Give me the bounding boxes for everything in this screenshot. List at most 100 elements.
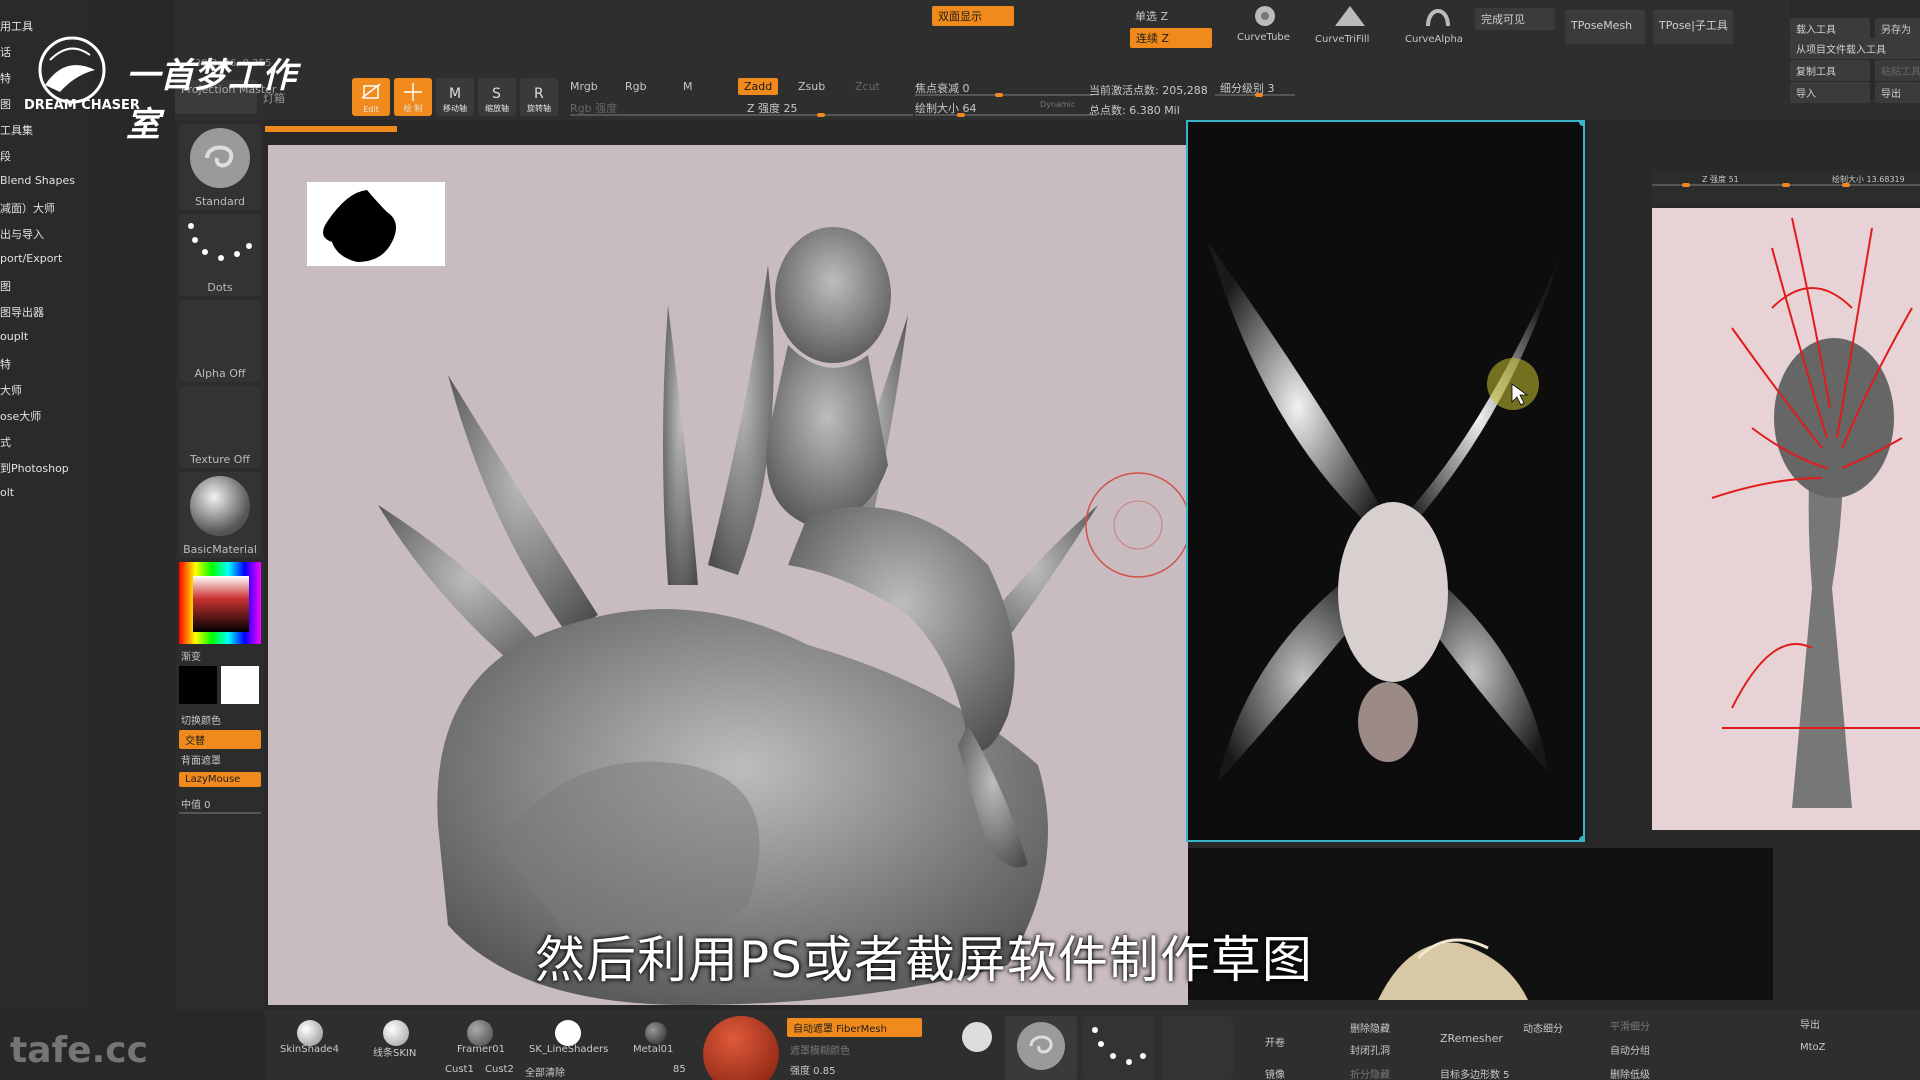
delete-lower-button[interactable]: 删除低级 [1610, 1066, 1650, 1080]
mtoz-button[interactable]: MtoZ [1800, 1042, 1826, 1053]
zadd-button[interactable]: Zadd [738, 78, 779, 95]
texture-button[interactable]: Texture Off [179, 386, 261, 468]
complete-visible-button[interactable]: 完成可见 [1475, 8, 1555, 30]
left-menu-item[interactable]: oupIt [0, 330, 28, 343]
alpha-button[interactable]: Alpha Off [179, 300, 261, 382]
close-holes-button[interactable]: 封闭孔洞 [1350, 1042, 1390, 1057]
clear-all-button[interactable]: 全部清除 [525, 1064, 565, 1079]
smooth-brush-icon[interactable] [962, 1022, 992, 1052]
draw-button[interactable]: 绘 制 [394, 78, 432, 116]
dots-stroke-mini[interactable] [1083, 1016, 1155, 1080]
strength-slider[interactable]: 强度 0.85 [790, 1062, 835, 1077]
left-menu-item[interactable]: 出与导入 [0, 226, 44, 242]
backface-mask-button[interactable]: 背面遮罩 [181, 752, 221, 767]
move-button[interactable]: M 移动轴 [436, 78, 474, 116]
standard-brush-button[interactable]: Standard [179, 124, 261, 210]
left-menu-item[interactable]: ose大师 [0, 408, 41, 424]
m-button[interactable]: M [683, 80, 693, 93]
curvetube-button[interactable]: CurveTube [1235, 2, 1295, 44]
continuous-z-button[interactable]: 连续 Z [1130, 28, 1212, 48]
draw-size-knob[interactable] [957, 113, 965, 117]
dots-stroke-button[interactable]: Dots [179, 214, 261, 296]
import-button[interactable]: 导入 [1790, 82, 1870, 103]
load-from-project-button[interactable]: 从项目文件载入工具 [1790, 38, 1920, 59]
load-tool-button[interactable]: 载入工具 [1790, 18, 1870, 39]
color-picker[interactable] [179, 562, 261, 644]
left-menu-item[interactable]: 图 [0, 96, 11, 112]
median-slider[interactable]: 中值 0 [181, 796, 211, 811]
color-square[interactable] [193, 576, 249, 632]
main-color-swatch[interactable] [179, 666, 217, 704]
left-menu-item[interactable]: 式 [0, 434, 11, 450]
sketch-knob-1[interactable] [1682, 183, 1690, 187]
z-intensity-knob[interactable] [817, 113, 825, 117]
move-label: 移动轴 [443, 104, 467, 113]
tpose-subtool-button[interactable]: TPose|子工具 [1653, 10, 1733, 44]
left-menu-item[interactable]: 图 [0, 278, 11, 294]
edit-button[interactable]: Edit [352, 78, 390, 116]
cust1-button[interactable]: Cust1 [445, 1064, 474, 1075]
material-framer01[interactable] [467, 1020, 493, 1046]
fibermesh-button[interactable]: 自动遮罩 FiberMesh [787, 1018, 922, 1037]
left-menu-item[interactable]: 减面）大师 [0, 200, 55, 216]
cust2-button[interactable]: Cust2 [485, 1064, 514, 1075]
delete-hidden-button[interactable]: 删除隐藏 [1350, 1020, 1390, 1035]
tpose-mesh-button[interactable]: TPoseMesh [1565, 10, 1645, 44]
left-menu-item[interactable]: 到Photoshop [0, 460, 69, 476]
left-menu-item[interactable]: port/Export [0, 252, 62, 265]
double-sided-button[interactable]: 双面显示 [932, 6, 1014, 26]
material-button[interactable]: BasicMaterial [179, 472, 261, 558]
curvetrifill-button[interactable]: CurveTriFill [1315, 2, 1385, 45]
alternate-button[interactable]: 交替 [179, 730, 261, 749]
left-menu-item[interactable]: 特 [0, 356, 11, 372]
sketch-knob-2[interactable] [1782, 183, 1790, 187]
smooth-subdiv-button[interactable]: 平滑细分 [1610, 1018, 1650, 1033]
subdiv-knob[interactable] [1255, 93, 1263, 97]
material-sk-lineshaders[interactable] [555, 1020, 581, 1046]
export-button[interactable]: 导出 [1875, 82, 1920, 103]
focal-shift-knob[interactable] [995, 93, 1003, 97]
target-poly-slider[interactable]: 目标多边形数 5 [1440, 1066, 1510, 1080]
export-bottom-button[interactable]: 导出 [1800, 1016, 1820, 1031]
standard-brush-mini[interactable] [1005, 1016, 1077, 1080]
copy-tool-button[interactable]: 复制工具 [1790, 60, 1870, 81]
material-preview-sphere[interactable] [703, 1016, 779, 1080]
secondary-color-swatch[interactable] [221, 666, 259, 704]
paste-tool-button[interactable]: 粘贴工具 [1875, 60, 1920, 81]
dynamic-toggle[interactable]: Dynamic [1040, 100, 1075, 109]
rgb-button[interactable]: Rgb [625, 80, 647, 93]
left-menu-item[interactable]: 话 [0, 44, 11, 60]
left-menu-item[interactable]: olt [0, 486, 14, 499]
open-button[interactable]: 开卷 [1265, 1034, 1285, 1049]
left-menu-item[interactable]: Blend Shapes [0, 174, 75, 187]
single-z-button[interactable]: 单选 Z [1135, 8, 1168, 24]
rotate-button[interactable]: R 旋转轴 [520, 78, 558, 116]
material-metal01[interactable] [645, 1022, 667, 1044]
reference-image-panel[interactable] [1186, 120, 1585, 842]
save-as-button[interactable]: 另存为 [1875, 18, 1920, 39]
scale-button[interactable]: S 缩放轴 [478, 78, 516, 116]
sketch-knob-3[interactable] [1842, 183, 1850, 187]
group-visible-button[interactable]: 折分隐藏 [1350, 1066, 1390, 1080]
left-menu-item[interactable]: 特 [0, 70, 11, 86]
lazymouse-button[interactable]: LazyMouse [179, 772, 261, 787]
sketch-panel[interactable] [1652, 208, 1920, 830]
material-line-skin[interactable] [383, 1020, 409, 1046]
resize-handle[interactable] [1579, 836, 1583, 840]
left-menu-item[interactable]: 工具集 [0, 122, 33, 138]
zremesher-button[interactable]: ZRemesher [1440, 1032, 1503, 1045]
left-menu-item[interactable]: 大师 [0, 382, 22, 398]
material-skinshade4[interactable] [297, 1020, 323, 1046]
left-menu-item[interactable]: 图导出器 [0, 304, 44, 320]
left-menu-item[interactable]: 段 [0, 148, 11, 164]
zsub-button[interactable]: Zsub [798, 80, 825, 93]
switch-color-button[interactable]: 切换颜色 [181, 712, 221, 727]
viewport-canvas[interactable] [268, 145, 1188, 1005]
dynamic-subdiv-button[interactable]: 动态细分 [1523, 1020, 1563, 1035]
mrgb-button[interactable]: Mrgb [570, 80, 598, 93]
mirror-button[interactable]: 镜像 [1265, 1066, 1285, 1080]
alpha-mini[interactable] [1161, 1016, 1233, 1080]
auto-group-button[interactable]: 自动分组 [1610, 1042, 1650, 1057]
zcut-button[interactable]: Zcut [855, 80, 880, 93]
curvealpha-button[interactable]: CurveAlpha [1403, 2, 1473, 45]
